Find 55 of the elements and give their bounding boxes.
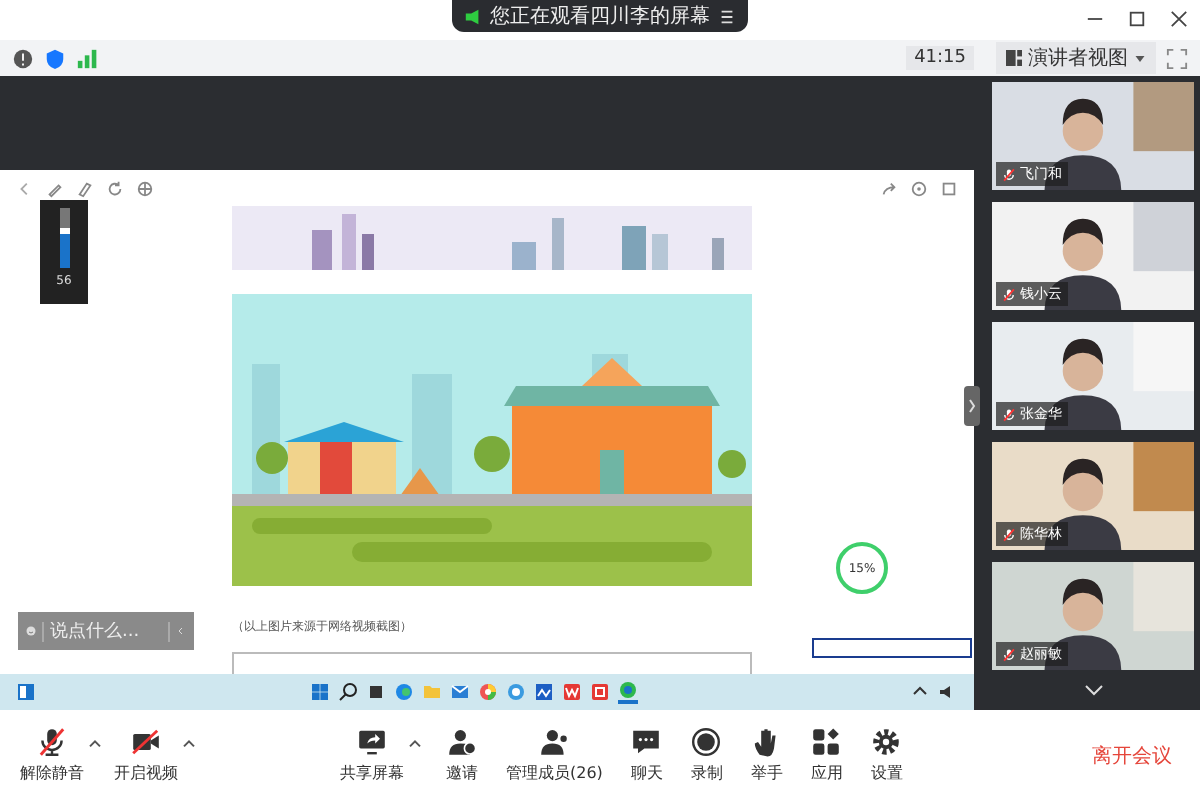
- caret-icon[interactable]: [408, 738, 422, 748]
- apps-icon: [810, 726, 843, 758]
- expand-tab-icon[interactable]: [964, 386, 980, 426]
- camera-off-icon: [130, 726, 162, 758]
- start-icon[interactable]: [309, 682, 329, 702]
- browser-icon[interactable]: [393, 682, 413, 702]
- meeting-app-icon[interactable]: [617, 680, 637, 704]
- task-view-icon[interactable]: [365, 682, 385, 702]
- record-icon: [690, 726, 723, 758]
- emoji-icon[interactable]: [26, 622, 36, 640]
- speaker-icon: [464, 7, 482, 25]
- caret-icon[interactable]: [88, 738, 102, 748]
- layout-icon: [1006, 50, 1022, 66]
- meeting-timer: 41:15: [906, 46, 974, 70]
- maximize-icon[interactable]: [1128, 10, 1146, 28]
- muted-mic-icon: [36, 726, 68, 758]
- toolbar-button[interactable]: 管理成员(26): [502, 726, 607, 784]
- invite-person-icon: [446, 726, 478, 758]
- toolbar-button[interactable]: 解除静音: [16, 726, 88, 784]
- close-icon[interactable]: [1170, 10, 1188, 28]
- toolbar-button[interactable]: 邀请: [442, 726, 482, 784]
- chat-icon: [630, 726, 663, 758]
- view-button[interactable]: 演讲者视图: [996, 42, 1156, 74]
- toolbar-button[interactable]: 开启视频: [110, 726, 182, 784]
- toolbar-button[interactable]: 聊天: [626, 726, 667, 784]
- highlighter-icon[interactable]: [76, 179, 94, 197]
- app-icon[interactable]: [589, 682, 609, 702]
- menu-icon[interactable]: [718, 7, 736, 25]
- toolbar-button[interactable]: 举手: [746, 726, 787, 784]
- app-icon[interactable]: [533, 682, 553, 702]
- dropdown-icon: [1134, 53, 1146, 63]
- window-icon[interactable]: [940, 179, 958, 197]
- color-wheel-icon[interactable]: [477, 682, 497, 702]
- widgets-icon[interactable]: [16, 682, 36, 702]
- rotate-icon[interactable]: [106, 179, 124, 197]
- toolbar-button[interactable]: 录制: [686, 726, 727, 784]
- people-icon: [538, 726, 571, 758]
- office-icon[interactable]: [561, 682, 581, 702]
- leave-meeting-button[interactable]: 离开会议: [1080, 739, 1184, 771]
- pen-icon[interactable]: [46, 179, 64, 197]
- fullscreen-icon[interactable]: [1166, 47, 1188, 69]
- screen-share-icon: [356, 726, 388, 758]
- signal-icon: [76, 47, 98, 69]
- toolbar-button[interactable]: 设置: [866, 726, 907, 784]
- toolbar-button[interactable]: 应用: [806, 726, 847, 784]
- search-icon[interactable]: [337, 682, 357, 702]
- window-title: 您正在观看四川李的屏幕: [490, 3, 710, 30]
- toolbar-button[interactable]: 共享屏幕: [336, 726, 408, 784]
- mail-icon[interactable]: [449, 682, 469, 702]
- settings-icon: [870, 726, 903, 758]
- caret-icon[interactable]: [182, 738, 196, 748]
- share-icon[interactable]: [880, 179, 898, 197]
- shield-icon[interactable]: [44, 47, 66, 69]
- info-icon[interactable]: [12, 47, 34, 69]
- chat-bubble-icon[interactable]: [505, 682, 525, 702]
